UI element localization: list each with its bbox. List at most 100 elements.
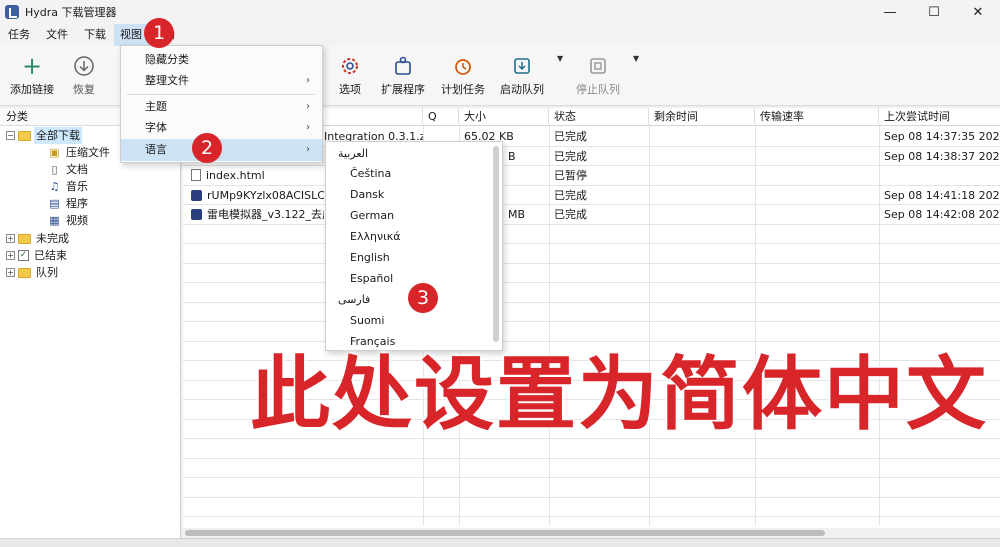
hydra-app-icon xyxy=(5,5,19,19)
category-sidebar: 分类 − 全部下载 ▣ 压缩文件 ▯ 文档 ♫ 音乐 ▤ 程序 ▦ 视频 + 未… xyxy=(0,108,181,538)
column-divider xyxy=(879,126,880,526)
language-option-danish[interactable]: Dansk xyxy=(326,185,491,205)
collapse-icon[interactable]: − xyxy=(6,131,15,140)
column-q[interactable]: Q xyxy=(423,108,459,126)
expand-icon[interactable]: + xyxy=(6,234,15,243)
file-name-cell: index.html xyxy=(186,166,324,185)
options-button[interactable]: 选项 xyxy=(334,54,366,97)
submenu-arrow-icon: › xyxy=(306,144,310,155)
resume-button[interactable]: 恢复 xyxy=(62,54,106,97)
column-size[interactable]: 大小 xyxy=(459,108,549,126)
expand-icon[interactable]: + xyxy=(6,268,15,277)
column-last-try[interactable]: 上次尝试时间 xyxy=(879,108,1000,126)
menu-font[interactable]: 字体 › xyxy=(121,117,322,139)
file-status-cell: 已暂停 xyxy=(554,169,587,182)
language-option-arabic[interactable]: العربية xyxy=(326,144,491,164)
window-controls: — ☐ ✕ xyxy=(868,0,1000,24)
tree-label: 队列 xyxy=(36,266,58,279)
scheduler-label: 计划任务 xyxy=(441,83,485,96)
empty-row xyxy=(183,478,1000,498)
menu-language-label: 语言 xyxy=(145,143,167,156)
column-status[interactable]: 状态 xyxy=(549,108,649,126)
table-row[interactable]: index.html 已暂停 xyxy=(183,166,1000,186)
menu-organize-files-label: 整理文件 xyxy=(145,74,189,87)
file-status-cell: 已完成 xyxy=(554,130,587,143)
table-row[interactable]: rUMp9KYzlx08ACISLCEU0 已完成 Sep 08 14:41:1… xyxy=(183,186,1000,205)
tree-item-unfinished[interactable]: + 未完成 xyxy=(6,230,71,247)
download-circle-icon xyxy=(71,54,97,78)
options-label: 选项 xyxy=(339,83,361,96)
add-link-button[interactable]: + 添加链接 xyxy=(8,52,56,97)
stop-queue-button[interactable]: 停止队列 xyxy=(574,54,622,97)
tree-item-finished[interactable]: + ✓ 已结束 xyxy=(6,247,69,264)
minimize-button[interactable]: — xyxy=(868,0,912,24)
tree-label: 文档 xyxy=(66,163,88,176)
annotation-text: 此处设置为简体中文 xyxy=(250,348,988,441)
tree-item-programs[interactable]: ▤ 程序 xyxy=(48,195,90,212)
extensions-button[interactable]: 扩展程序 xyxy=(380,54,426,97)
file-last-try-cell: Sep 08 14:37:35 2026 xyxy=(884,130,1000,143)
language-option-greek[interactable]: Ελληνικά xyxy=(326,227,491,247)
menu-separator xyxy=(127,94,315,95)
table-row[interactable]: 雷电模拟器_v3.122_去广告 MB 已完成 Sep 08 14:42:08 … xyxy=(183,205,1000,225)
file-name: rUMp9KYzlx08ACISLCEU0 xyxy=(207,188,324,202)
tree-item-compressed[interactable]: ▣ 压缩文件 xyxy=(48,144,112,161)
tree-label: 全部下载 xyxy=(34,127,82,144)
column-time-left[interactable]: 剩余时间 xyxy=(649,108,755,126)
submenu-scrollbar[interactable] xyxy=(493,146,499,342)
file-name: 雷电模拟器_v3.122_去广告 xyxy=(207,208,324,221)
step-badge-2: 2 xyxy=(192,133,222,163)
program-icon: ▤ xyxy=(49,197,60,210)
menu-tasks[interactable]: 任务 xyxy=(0,24,38,46)
exe-file-icon xyxy=(191,209,202,220)
file-name-cell: 雷电模拟器_v3.122_去广告 xyxy=(186,205,324,224)
stop-queue-dropdown-arrow[interactable]: ▼ xyxy=(633,54,639,63)
expand-icon[interactable]: + xyxy=(6,251,15,260)
menu-view-label: 视图 xyxy=(120,28,142,41)
tree-item-queues[interactable]: + 队列 xyxy=(6,264,60,281)
empty-row xyxy=(183,459,1000,478)
extensions-label: 扩展程序 xyxy=(381,83,425,96)
horizontal-scrollbar[interactable] xyxy=(183,528,1000,538)
empty-row xyxy=(183,498,1000,517)
empty-row xyxy=(183,264,1000,283)
start-queue-dropdown-arrow[interactable]: ▼ xyxy=(557,54,563,63)
file-name-cell: rUMp9KYzlx08ACISLCEU0 xyxy=(186,186,324,205)
tree-label: 压缩文件 xyxy=(66,146,110,159)
close-button[interactable]: ✕ xyxy=(956,0,1000,24)
tree-label: 未完成 xyxy=(36,232,69,245)
queue-download-icon xyxy=(509,54,535,78)
music-note-icon: ♫ xyxy=(49,180,60,193)
file-status-cell: 已完成 xyxy=(554,208,587,221)
tree-item-video[interactable]: ▦ 视频 xyxy=(48,212,90,229)
menu-download[interactable]: 下载 xyxy=(76,24,114,46)
maximize-button[interactable]: ☐ xyxy=(912,0,956,24)
tree-item-all-downloads[interactable]: − 全部下载 xyxy=(6,127,82,144)
scrollbar-thumb[interactable] xyxy=(185,530,825,536)
puzzle-icon xyxy=(390,54,416,78)
menu-theme[interactable]: 主题 › xyxy=(121,96,322,118)
menu-hide-categories[interactable]: 隐藏分类 xyxy=(121,49,322,71)
download-list: Q 大小 状态 剩余时间 传输速率 上次尝试时间 Integration 0.3… xyxy=(183,108,1000,538)
scheduler-button[interactable]: 计划任务 xyxy=(440,54,486,97)
language-option-english[interactable]: English xyxy=(326,248,491,268)
document-icon: ▯ xyxy=(51,163,58,176)
column-transfer-rate[interactable]: 传输速率 xyxy=(755,108,879,126)
language-option-finnish[interactable]: Suomi xyxy=(326,311,491,331)
stop-queue-label: 停止队列 xyxy=(576,83,620,96)
menu-file[interactable]: 文件 xyxy=(38,24,76,46)
language-option-spanish[interactable]: Español xyxy=(326,269,491,289)
column-divider xyxy=(649,126,650,526)
tree-label: 已结束 xyxy=(34,249,67,262)
html-file-icon xyxy=(191,169,201,181)
tree-label: 视频 xyxy=(66,214,88,227)
tree-item-documents[interactable]: ▯ 文档 xyxy=(48,161,90,178)
menu-organize-files[interactable]: 整理文件 › xyxy=(121,70,322,92)
language-option-czech[interactable]: Čeština xyxy=(326,164,491,184)
alarm-clock-icon xyxy=(450,54,476,78)
start-queue-button[interactable]: 启动队列 xyxy=(499,54,545,97)
tree-item-music[interactable]: ♫ 音乐 xyxy=(48,178,90,195)
language-option-german[interactable]: German xyxy=(326,206,491,226)
queue-stop-icon xyxy=(585,54,611,78)
folder-open-icon xyxy=(18,130,31,141)
